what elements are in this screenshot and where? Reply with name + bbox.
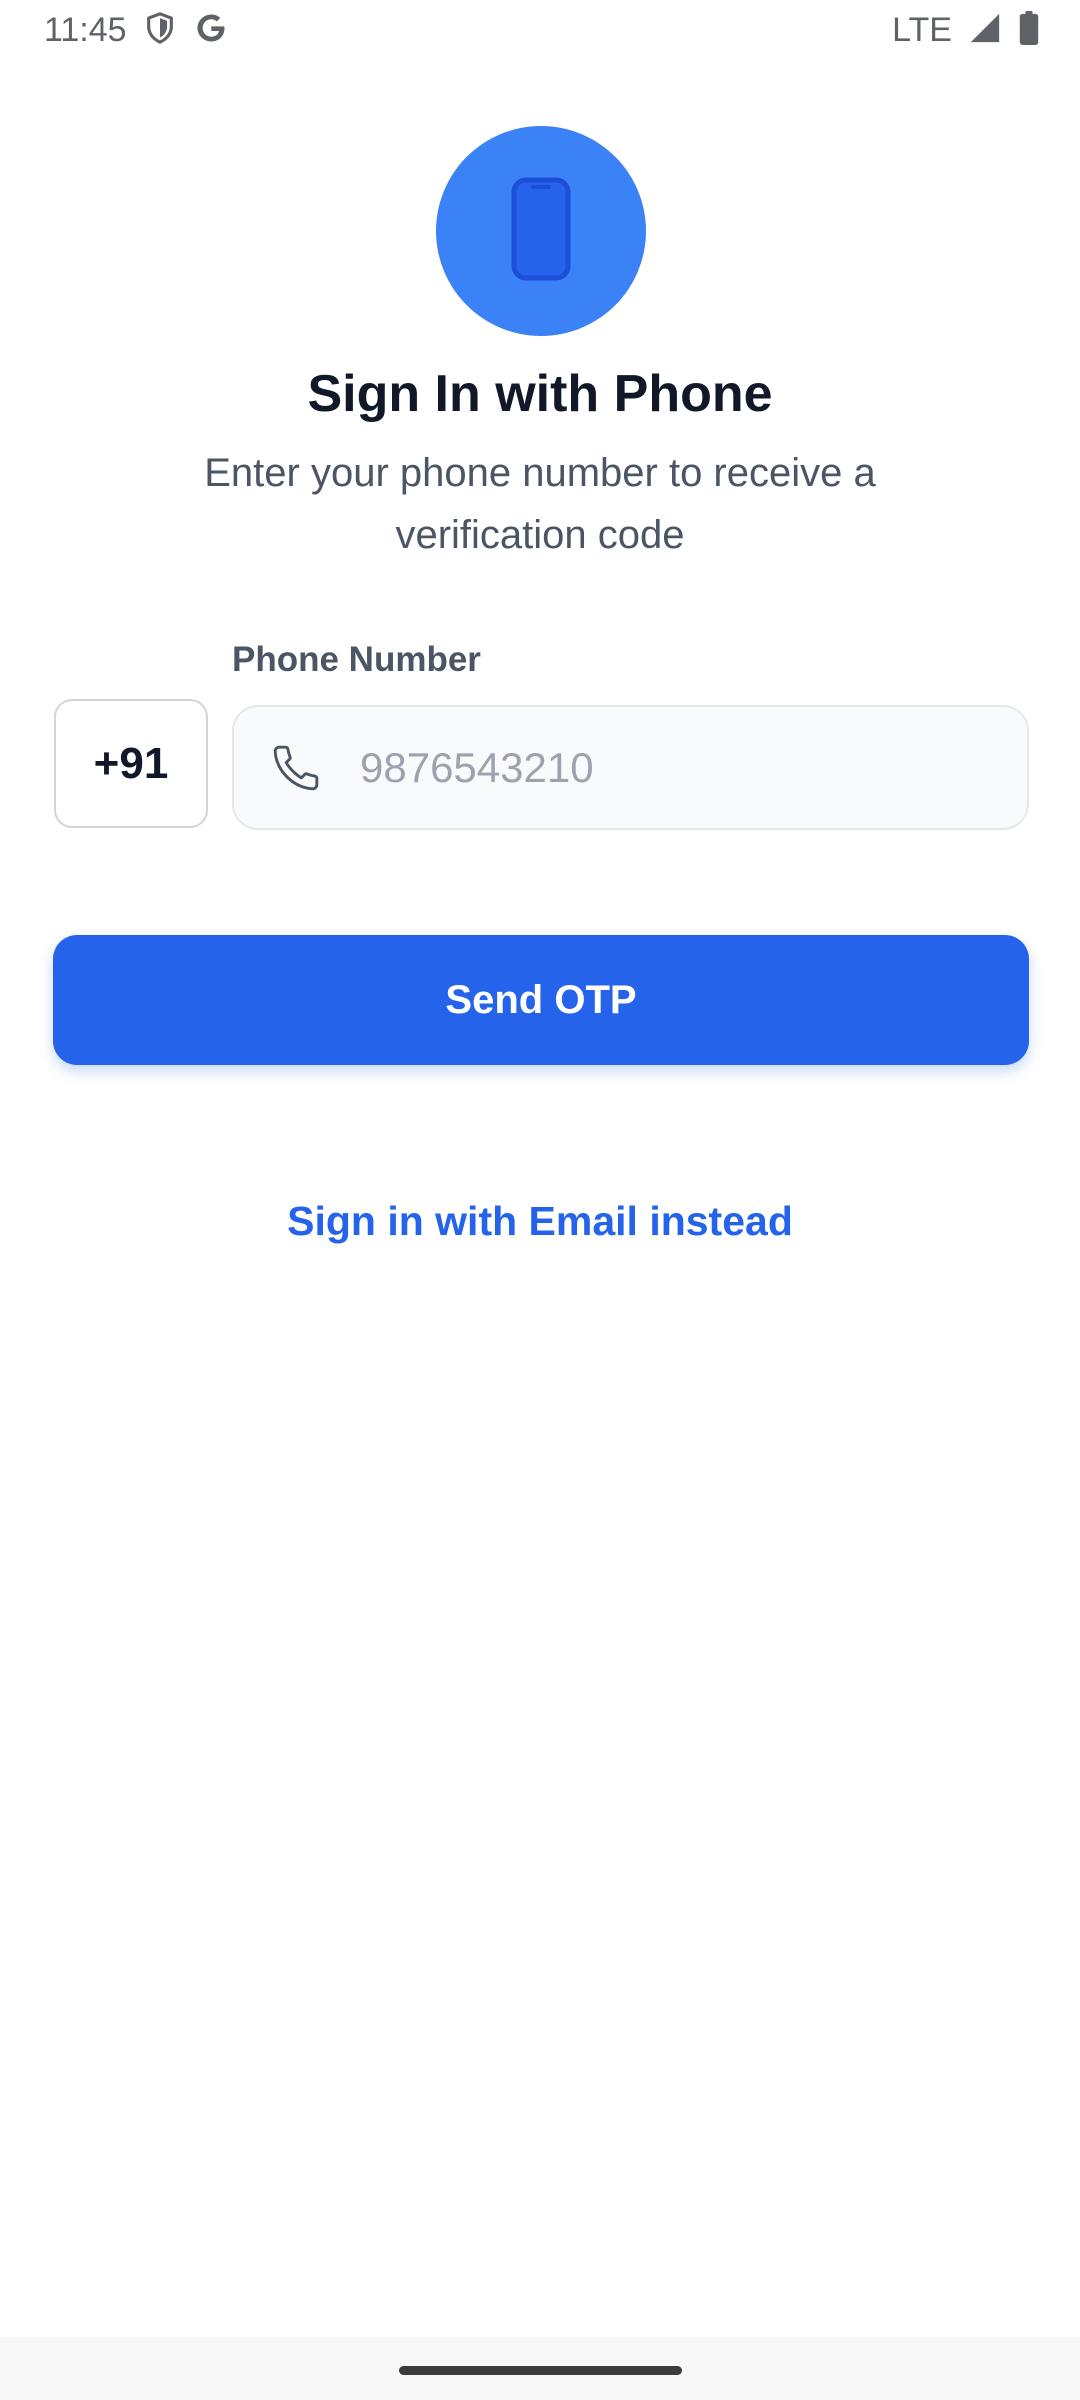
status-right: LTE	[892, 10, 1040, 50]
smartphone-icon	[511, 177, 571, 286]
phone-number-input[interactable]	[358, 742, 982, 793]
hero-phone-badge	[436, 126, 646, 336]
status-time: 11:45	[44, 10, 127, 49]
phone-icon	[270, 742, 322, 794]
signal-icon	[968, 11, 1002, 50]
status-bar: 11:45 LTE	[0, 0, 1080, 60]
phone-number-label: Phone Number	[232, 640, 481, 679]
home-gesture-handle[interactable]	[399, 2366, 682, 2375]
sign-in-with-email-link[interactable]: Sign in with Email instead	[0, 1198, 1080, 1245]
country-code-selector[interactable]: +91	[54, 699, 208, 828]
page-subtitle: Enter your phone number to receive a ver…	[204, 451, 876, 557]
network-type: LTE	[892, 10, 952, 49]
page-title: Sign In with Phone	[307, 365, 773, 423]
google-g-icon	[193, 10, 229, 51]
status-left: 11:45	[44, 10, 229, 51]
shield-icon	[143, 11, 177, 50]
phone-number-field[interactable]	[232, 705, 1029, 830]
send-otp-button[interactable]: Send OTP	[53, 935, 1029, 1065]
battery-icon	[1018, 10, 1040, 50]
